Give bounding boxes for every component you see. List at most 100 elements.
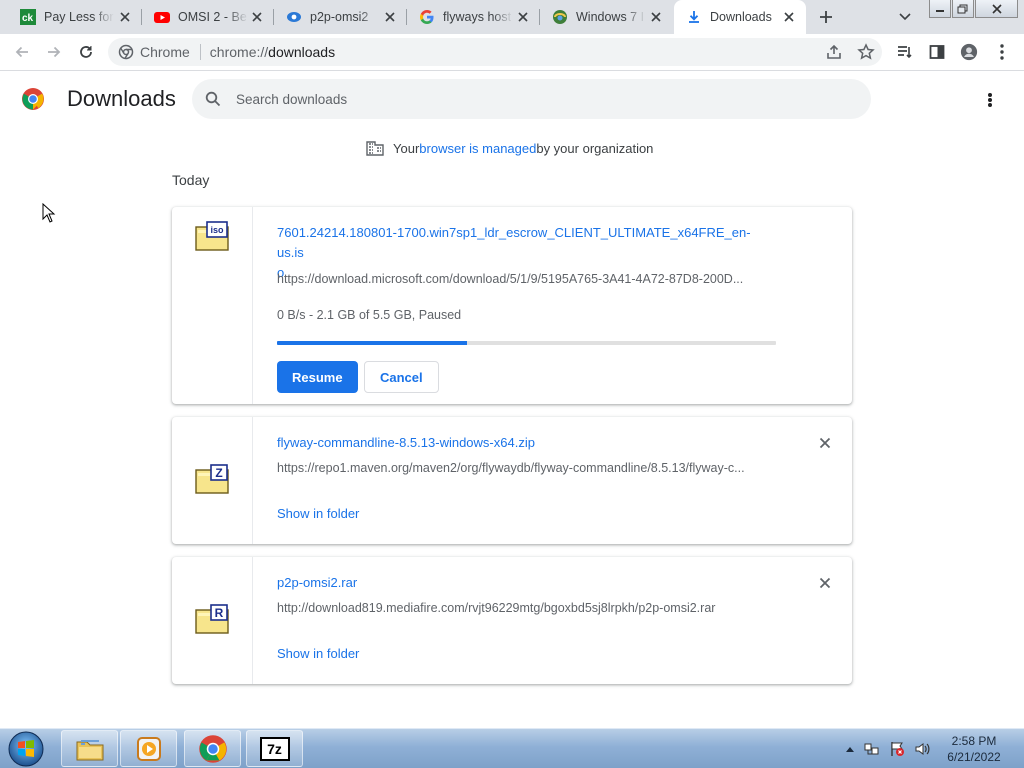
profile-avatar-icon[interactable] bbox=[960, 43, 978, 61]
search-icon bbox=[205, 91, 221, 107]
windows-start-orb-icon[interactable] bbox=[5, 730, 47, 768]
search-input[interactable] bbox=[236, 91, 836, 107]
close-tab-icon[interactable] bbox=[250, 10, 264, 24]
close-tab-icon[interactable] bbox=[782, 10, 796, 24]
close-tab-icon[interactable] bbox=[383, 10, 397, 24]
filename-line1: 7601.24214.180801-1700.win7sp1_ldr_escro… bbox=[277, 225, 751, 260]
tab-title: Pay Less for bbox=[44, 10, 114, 24]
side-panel-icon[interactable] bbox=[928, 43, 946, 61]
show-in-folder-link[interactable]: Show in folder bbox=[277, 646, 359, 661]
download-filename-link[interactable]: flyway-commandline-8.5.13-windows-x64.zi… bbox=[277, 433, 535, 453]
download-favicon-icon bbox=[686, 9, 702, 25]
download-filename-link[interactable]: p2p-omsi2.rar bbox=[277, 573, 357, 593]
media-player-icon[interactable] bbox=[120, 730, 177, 767]
download-status-text: 0 B/s - 2.1 GB of 5.5 GB, Paused bbox=[277, 308, 462, 322]
tab-flyways-host[interactable]: flyways host bbox=[407, 0, 540, 34]
managed-prefix: Your bbox=[393, 140, 420, 156]
tab-strip: ck Pay Less for OMSI 2 - Be p2p-omsi2 fl… bbox=[0, 0, 1024, 34]
clock-time: 2:58 PM bbox=[951, 734, 997, 748]
file-type-letter: Z bbox=[215, 466, 222, 480]
google-favicon-icon bbox=[419, 9, 435, 25]
chip-label: Chrome bbox=[140, 44, 190, 60]
svg-text:ck: ck bbox=[22, 13, 34, 24]
share-icon[interactable] bbox=[825, 43, 843, 61]
page-title: Downloads bbox=[67, 86, 176, 111]
tab-p2p-omsi2[interactable]: p2p-omsi2 bbox=[274, 0, 407, 34]
windows-taskbar: 7z 2:58 PM 6/21/2022 bbox=[0, 728, 1024, 768]
tab-omsi2-youtube[interactable]: OMSI 2 - Be bbox=[142, 0, 274, 34]
tab-title: p2p-omsi2 bbox=[310, 10, 369, 24]
chrome-icon[interactable] bbox=[184, 730, 241, 767]
file-type-letter: iso bbox=[210, 225, 224, 235]
ck-favicon-icon: ck bbox=[20, 9, 36, 25]
tab-title: OMSI 2 - Be bbox=[178, 10, 247, 24]
download-item-p2p-rar: R p2p-omsi2.rar http://download819.media… bbox=[172, 557, 852, 684]
file-type-letter: R bbox=[215, 606, 224, 620]
download-source-url: http://download819.mediafire.com/rvjt962… bbox=[277, 601, 716, 615]
windows-explorer-icon[interactable] bbox=[61, 730, 118, 767]
network-icon[interactable] bbox=[864, 741, 880, 757]
action-center-flag-icon[interactable] bbox=[889, 741, 905, 757]
youtube-favicon-icon bbox=[154, 9, 170, 25]
reload-icon[interactable] bbox=[76, 42, 96, 62]
forward-arrow-icon[interactable] bbox=[44, 42, 64, 62]
rar-file-icon: R bbox=[195, 604, 229, 634]
url-scheme: chrome:// bbox=[209, 44, 269, 60]
zip-file-icon: Z bbox=[195, 464, 229, 494]
file-icon-column: R bbox=[172, 557, 253, 684]
address-bar[interactable]: Chrome chrome://downloads bbox=[108, 38, 882, 66]
browser-menu-icon[interactable] bbox=[994, 43, 1010, 61]
building-icon bbox=[366, 141, 384, 156]
windows-favicon-icon bbox=[552, 9, 568, 25]
download-source-url: https://download.microsoft.com/download/… bbox=[277, 272, 744, 286]
cancel-button[interactable]: Cancel bbox=[364, 361, 439, 393]
date-section-label: Today bbox=[172, 172, 210, 188]
tab-downloads[interactable]: Downloads bbox=[674, 0, 806, 34]
clock-date: 6/21/2022 bbox=[947, 750, 1001, 764]
back-arrow-icon[interactable] bbox=[12, 42, 32, 62]
7zip-icon[interactable]: 7z bbox=[246, 730, 303, 767]
download-source-url: https://repo1.maven.org/maven2/org/flywa… bbox=[277, 461, 745, 475]
tab-windows7[interactable]: Windows 7 I bbox=[540, 0, 673, 34]
remove-download-icon[interactable] bbox=[818, 436, 832, 450]
download-progress-bar bbox=[277, 341, 776, 345]
resume-button[interactable]: Resume bbox=[277, 361, 358, 393]
close-tab-icon[interactable] bbox=[649, 10, 663, 24]
browser-managed-link[interactable]: browser is managed bbox=[419, 141, 536, 156]
managed-notice: Your browser is managed by your organiza… bbox=[366, 140, 653, 156]
browser-toolbar: Chrome chrome://downloads bbox=[0, 34, 1024, 71]
close-tab-icon[interactable] bbox=[118, 10, 132, 24]
url-path: downloads bbox=[268, 44, 336, 60]
close-window-icon[interactable] bbox=[975, 0, 1018, 18]
file-icon-column: Z bbox=[172, 417, 253, 544]
downloads-header: Downloads bbox=[0, 72, 1024, 128]
managed-suffix: by your organization bbox=[536, 140, 654, 156]
chrome-chip-icon bbox=[118, 44, 134, 60]
restore-window-icon[interactable] bbox=[952, 0, 974, 18]
site-info-chip[interactable]: Chrome bbox=[108, 44, 201, 60]
show-in-folder-link[interactable]: Show in folder bbox=[277, 506, 359, 521]
iso-file-icon: iso bbox=[195, 221, 229, 251]
mouse-cursor-icon bbox=[42, 203, 56, 223]
tab-title: Downloads bbox=[710, 10, 772, 24]
download-progress-fill bbox=[277, 341, 467, 345]
search-downloads-bar[interactable] bbox=[192, 79, 871, 119]
tab-search-chevron-icon[interactable] bbox=[895, 9, 915, 25]
tab-title: flyways host bbox=[443, 10, 512, 24]
show-hidden-icons-icon[interactable] bbox=[845, 745, 855, 753]
remove-download-icon[interactable] bbox=[818, 576, 832, 590]
tab-title: Windows 7 I bbox=[576, 10, 645, 24]
reading-list-icon[interactable] bbox=[896, 43, 914, 61]
7zip-label: 7z bbox=[259, 736, 290, 761]
volume-icon[interactable] bbox=[914, 741, 932, 757]
minimize-window-icon[interactable] bbox=[929, 0, 951, 18]
tab-pay-less[interactable]: ck Pay Less for bbox=[8, 0, 142, 34]
downloads-menu-icon[interactable] bbox=[982, 90, 998, 110]
taskbar-clock[interactable]: 2:58 PM 6/21/2022 bbox=[940, 733, 1008, 765]
url-text: chrome://downloads bbox=[201, 44, 335, 60]
bookmark-star-icon[interactable] bbox=[857, 43, 875, 61]
download-item-flyway-zip: Z flyway-commandline-8.5.13-windows-x64.… bbox=[172, 417, 852, 544]
chrome-logo-icon bbox=[22, 88, 44, 110]
new-tab-icon[interactable] bbox=[815, 7, 837, 27]
close-tab-icon[interactable] bbox=[516, 10, 530, 24]
